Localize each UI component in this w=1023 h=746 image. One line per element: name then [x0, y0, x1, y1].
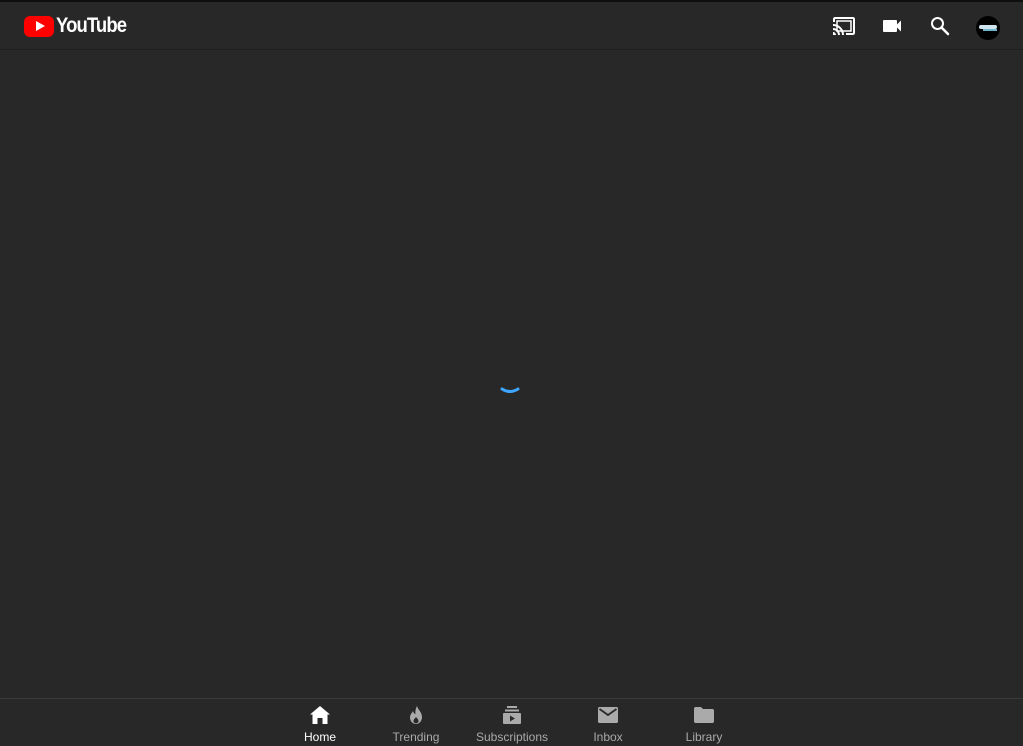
cast-icon[interactable]	[832, 14, 856, 38]
folder-icon	[692, 705, 716, 725]
nav-label: Home	[303, 730, 336, 744]
flame-icon	[404, 705, 428, 725]
loading-spinner	[500, 380, 520, 400]
nav-label: Trending	[392, 730, 440, 744]
avatar-graphic-accent	[983, 29, 997, 31]
nav-label: Subscriptions	[475, 730, 549, 744]
search-icon[interactable]	[928, 14, 952, 38]
youtube-play-icon	[24, 15, 54, 37]
nav-label: Library	[685, 730, 723, 744]
nav-item-inbox[interactable]: Inbox	[560, 699, 656, 746]
subscriptions-icon	[500, 705, 524, 725]
avatar[interactable]	[976, 16, 1000, 40]
youtube-logo[interactable]: YouTube	[24, 14, 136, 38]
top-app-bar: YouTube	[0, 0, 1023, 50]
nav-item-trending[interactable]: Trending	[368, 699, 464, 746]
nav-item-subscriptions[interactable]: Subscriptions	[464, 699, 560, 746]
nav-item-home[interactable]: Home	[272, 699, 368, 746]
nav-label: Inbox	[593, 730, 623, 744]
nav-item-library[interactable]: Library	[656, 699, 752, 746]
video-camera-icon[interactable]	[880, 14, 904, 38]
bottom-navigation: Home Trending Subscriptions Inbox Librar…	[0, 698, 1023, 746]
home-icon	[308, 705, 332, 725]
logo-wordmark: YouTube	[56, 14, 127, 37]
mail-icon	[596, 705, 620, 725]
